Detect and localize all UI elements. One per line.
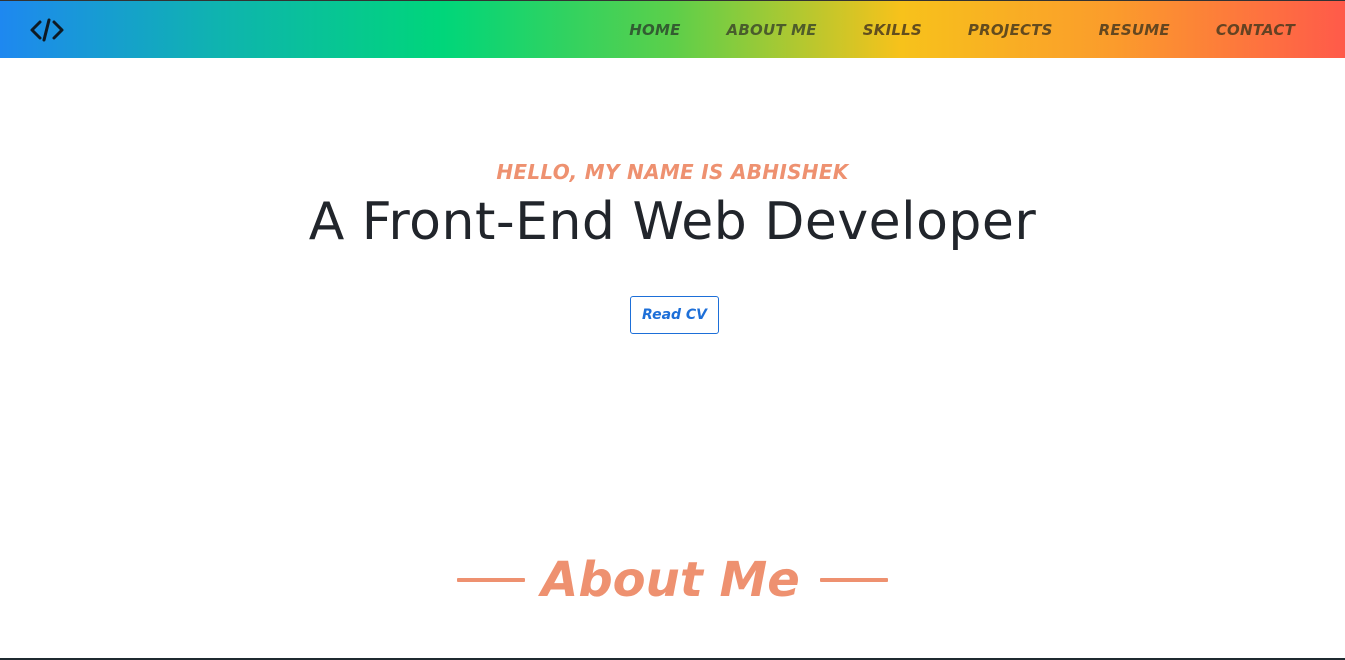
nav-item-projects[interactable]: PROJECTS xyxy=(968,21,1053,39)
nav-item-resume[interactable]: RESUME xyxy=(1099,21,1170,39)
nav-item-about-me[interactable]: ABOUT ME xyxy=(727,21,817,39)
nav-item-home[interactable]: HOME xyxy=(629,21,680,39)
heading-divider-right xyxy=(819,578,888,582)
read-cv-button[interactable]: Read CV xyxy=(630,296,719,334)
hero-headline: A Front-End Web Developer xyxy=(308,192,1037,252)
navbar: HOME ABOUT ME SKILLS PROJECTS RESUME CON… xyxy=(0,0,1345,58)
code-brackets-icon[interactable] xyxy=(28,15,66,45)
nav-menu: HOME ABOUT ME SKILLS PROJECTS RESUME CON… xyxy=(629,1,1345,59)
nav-item-skills[interactable]: SKILLS xyxy=(863,21,922,39)
nav-item-contact[interactable]: CONTACT xyxy=(1216,21,1295,39)
heading-divider-left xyxy=(457,578,526,582)
about-title: About Me xyxy=(541,552,800,608)
about-section-heading: About Me xyxy=(0,552,1345,608)
hero-greeting: HELLO, MY NAME IS ABHISHEK xyxy=(496,160,849,184)
